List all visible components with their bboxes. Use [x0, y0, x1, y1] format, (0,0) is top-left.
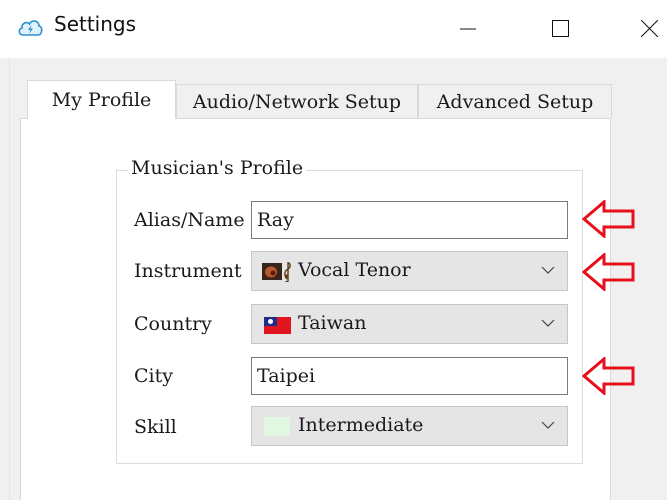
instrument-label: Instrument — [134, 260, 242, 282]
alias-input[interactable]: Ray — [251, 201, 568, 239]
close-icon — [641, 19, 658, 37]
instrument-dropdown[interactable]: Vocal Tenor — [251, 251, 568, 291]
maximize-button[interactable] — [540, 10, 580, 46]
sync-cloud-icon — [18, 20, 43, 36]
close-button[interactable] — [632, 10, 667, 46]
group-title: Musician's Profile — [128, 157, 307, 179]
vocal-tenor-icon — [262, 262, 291, 282]
tab-label: My Profile — [51, 89, 152, 111]
flag-sun — [268, 319, 273, 324]
minimize-icon — [460, 28, 476, 30]
flag-canton — [264, 317, 277, 326]
tab-label: Audio/Network Setup — [192, 90, 402, 113]
tab-advanced-setup[interactable]: Advanced Setup — [418, 84, 612, 118]
city-value: Taipei — [257, 365, 316, 387]
annotation-arrow-icon — [582, 200, 635, 238]
maximize-icon — [551, 19, 569, 37]
chevron-down-icon — [541, 266, 555, 274]
tab-my-profile[interactable]: My Profile — [27, 80, 176, 119]
tab-label: Advanced Setup — [436, 90, 594, 113]
skill-dropdown[interactable]: Intermediate — [251, 406, 568, 446]
skill-value: Intermediate — [298, 414, 424, 436]
window-title: Settings — [54, 12, 137, 36]
taiwan-flag-icon — [264, 317, 291, 334]
city-input[interactable]: Taipei — [251, 357, 568, 395]
alias-value: Ray — [257, 209, 294, 231]
city-label: City — [134, 365, 173, 387]
instrument-value: Vocal Tenor — [298, 259, 411, 281]
annotation-arrow-icon — [582, 357, 635, 395]
chevron-down-icon — [541, 319, 555, 327]
tab-audio-network-setup[interactable]: Audio/Network Setup — [176, 84, 418, 118]
client-edge — [9, 58, 10, 500]
country-label: Country — [134, 313, 212, 335]
skill-color-swatch — [264, 417, 290, 436]
skill-label: Skill — [134, 416, 177, 438]
annotation-arrow-icon — [582, 253, 635, 291]
chevron-down-icon — [541, 421, 555, 429]
minimize-button[interactable] — [448, 10, 488, 46]
title-bar: Settings — [0, 0, 667, 58]
alias-label: Alias/Name — [134, 209, 245, 231]
country-dropdown[interactable]: Taiwan — [251, 304, 568, 344]
country-value: Taiwan — [298, 312, 367, 334]
